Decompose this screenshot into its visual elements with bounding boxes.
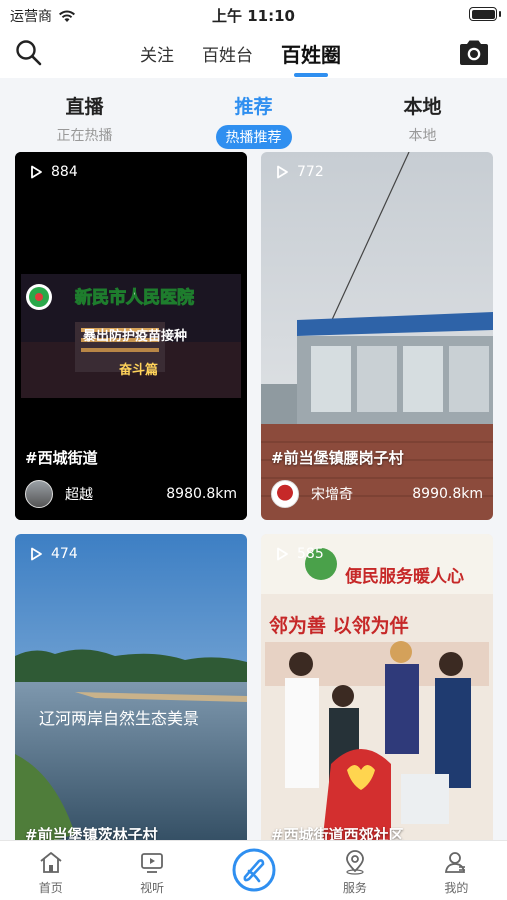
play-count: 884 — [29, 164, 78, 180]
subtab-live[interactable]: 直播 正在热播 — [0, 78, 169, 150]
author-name[interactable]: 宋增奇 — [311, 484, 412, 504]
sign-top: 便民服务暖人心 — [345, 566, 464, 587]
play-count: 772 — [275, 164, 324, 180]
video-card[interactable]: 772 #前当堡镇腰岗子村 宋增奇 8990.8km — [261, 152, 493, 520]
tab-baixingtai[interactable]: 百姓台 — [202, 41, 253, 66]
tab-label: 我的 — [444, 881, 469, 895]
subtab-title: 推荐 — [234, 96, 273, 118]
top-nav: 关注 百姓台 百姓圈 — [0, 28, 507, 78]
author-name[interactable]: 超越 — [65, 484, 166, 504]
avatar[interactable] — [271, 480, 299, 508]
video-thumbnail: 便民服务暖人心 邻为善 以邻为伴 — [261, 534, 493, 840]
overlay-caption: 辽河两岸自然生态美景 — [39, 709, 199, 728]
tab-home[interactable]: 首页 — [0, 841, 101, 900]
video-thumbnail: 辽河两岸自然生态美景 — [15, 534, 247, 840]
distance: 8980.8km — [166, 486, 237, 502]
tab-label: 视听 — [140, 881, 165, 895]
card-title: #前当堡镇茨林子村 — [25, 826, 158, 840]
video-grid: 新民市人民医院 暴出防护疫苗接种 奋斗篇 884 #西城街道 超越 8980.8… — [0, 150, 507, 840]
camera-icon[interactable] — [457, 38, 491, 68]
video-card[interactable]: 新民市人民医院 暴出防护疫苗接种 奋斗篇 884 #西城街道 超越 8980.8… — [15, 152, 247, 520]
play-count: 474 — [29, 546, 78, 562]
play-icon — [31, 165, 42, 179]
home-icon — [40, 852, 62, 873]
tab-baixingquan[interactable]: 百姓圈 — [281, 39, 341, 68]
tab-mine[interactable]: 我的 — [406, 841, 507, 900]
card-title: #西城街道西郊社区 — [271, 826, 404, 840]
play-count-value: 772 — [297, 164, 324, 180]
user-icon — [445, 852, 466, 873]
tv-icon — [141, 853, 164, 873]
search-icon[interactable] — [14, 38, 44, 68]
subtab-desc: 热播推荐 — [215, 125, 292, 149]
subtab-desc: 本地 — [408, 128, 437, 144]
play-icon — [277, 165, 288, 179]
distance: 8990.8km — [412, 486, 483, 502]
card-footer: 超越 8980.8km — [25, 478, 237, 510]
play-count-value: 474 — [51, 546, 78, 562]
battery-icon — [469, 7, 497, 21]
clock: 上午 11:10 — [212, 7, 295, 25]
tab-av[interactable]: 视听 — [101, 841, 202, 900]
play-count-value: 585 — [297, 546, 324, 562]
subtab-title: 直播 — [65, 96, 104, 118]
play-icon — [277, 547, 288, 561]
card-title: #西城街道 — [25, 449, 98, 467]
bottom-tab-bar: 首页 视听 服务 我的 — [0, 840, 507, 900]
overlay-subtitle: 暴出防护疫苗接种 — [82, 328, 187, 344]
location-icon — [346, 850, 364, 875]
play-count: 585 — [275, 546, 324, 562]
play-icon — [31, 547, 42, 561]
publish-button[interactable] — [203, 841, 304, 900]
tab-follow[interactable]: 关注 — [140, 41, 174, 66]
publish-icon — [232, 848, 276, 892]
sub-tabs: 直播 正在热播 推荐 热播推荐 本地 本地 — [0, 78, 507, 150]
video-card[interactable]: 辽河两岸自然生态美景 474 #前当堡镇茨林子村 — [15, 534, 247, 840]
video-card[interactable]: 便民服务暖人心 邻为善 以邻为伴 585 #西城街道西郊社区 — [261, 534, 493, 840]
subtab-desc: 正在热播 — [56, 128, 113, 144]
card-footer: 宋增奇 8990.8km — [271, 478, 483, 510]
overlay-hospital: 新民市人民医院 — [75, 287, 194, 308]
tab-service[interactable]: 服务 — [304, 841, 405, 900]
top-tabs: 关注 百姓台 百姓圈 — [140, 28, 369, 78]
avatar[interactable] — [25, 480, 53, 508]
status-bar: 运营商 上午 11:10 — [0, 0, 507, 28]
subtab-recommend[interactable]: 推荐 热播推荐 — [169, 78, 338, 150]
card-title: #前当堡镇腰岗子村 — [271, 449, 404, 467]
overlay-episode: 奋斗篇 — [118, 362, 158, 378]
battery-tip — [499, 11, 501, 17]
sign-mid: 邻为善 以邻为伴 — [269, 614, 409, 637]
subtab-title: 本地 — [403, 96, 442, 118]
tab-label: 服务 — [342, 881, 367, 895]
tab-label: 首页 — [38, 881, 63, 895]
subtab-local[interactable]: 本地 本地 — [338, 78, 507, 150]
play-count-value: 884 — [51, 164, 78, 180]
